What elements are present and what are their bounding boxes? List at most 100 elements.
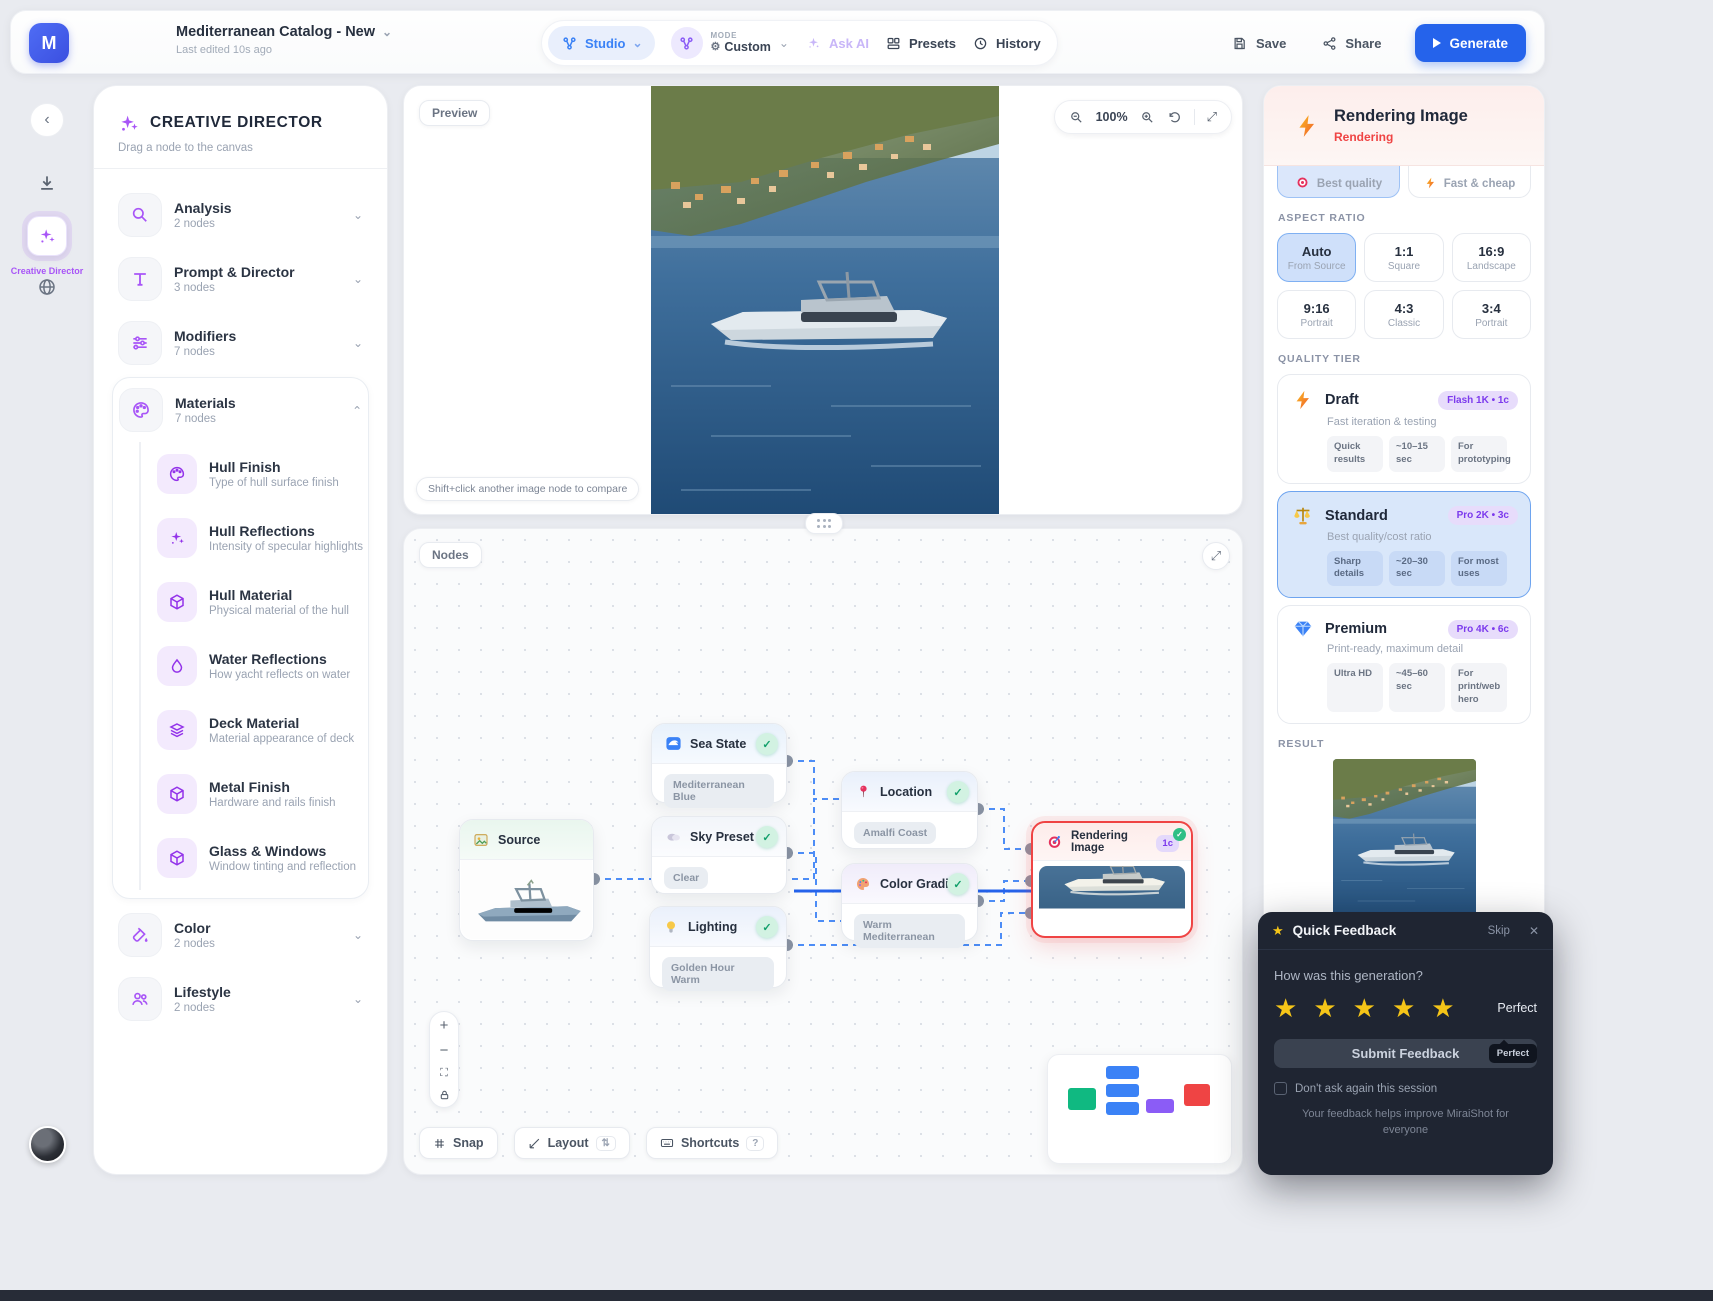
inspector-title: Rendering Image: [1334, 107, 1468, 126]
fullscreen-icon[interactable]: ⤢: [1207, 109, 1217, 125]
panel-resize-handle[interactable]: [805, 513, 843, 534]
node-sea-state[interactable]: Sea State ✓ Mediterranean Blue: [651, 723, 787, 803]
tier-draft[interactable]: Draft Flash 1K • 1c Fast iteration & tes…: [1277, 374, 1531, 484]
expand-canvas-button[interactable]: ⤢: [1202, 542, 1230, 570]
creative-director-panel: CREATIVE DIRECTOR Drag a node to the can…: [93, 85, 388, 1175]
target-icon: [1295, 175, 1310, 190]
zoom-out-icon[interactable]: [1069, 110, 1084, 125]
result-heading: RESULT: [1278, 738, 1530, 750]
download-tool-button[interactable]: [33, 169, 61, 197]
cube-icon: [157, 582, 197, 622]
sparkles-icon: [118, 112, 140, 134]
taskbar-strip: [0, 1290, 1713, 1301]
share-button[interactable]: Share: [1320, 34, 1381, 52]
nodes-canvas[interactable]: Nodes ⤢ Source Sea State ✓ Medit: [403, 528, 1243, 1175]
rating-star-3[interactable]: ★: [1353, 995, 1376, 1021]
category-color[interactable]: Color 2 nodes ⌄: [112, 903, 369, 967]
snap-label: Snap: [453, 1136, 484, 1150]
tier-standard[interactable]: Standard Pro 2K • 3c Best quality/cost r…: [1277, 491, 1531, 599]
category-prompt-director[interactable]: Prompt & Director 3 nodes ⌄: [112, 247, 369, 311]
fast-cheap-button[interactable]: Fast & cheap: [1408, 166, 1531, 198]
best-quality-button[interactable]: Best quality: [1277, 166, 1400, 198]
creative-director-tool-button[interactable]: [27, 216, 67, 256]
globe-tool-button[interactable]: [36, 276, 58, 298]
rendered-yacht-thumbnail: [1039, 866, 1185, 930]
node-item-label: Water Reflections: [209, 651, 350, 667]
node-item-deck-material[interactable]: Deck Material Material appearance of dec…: [143, 698, 368, 762]
lock-icon[interactable]: [439, 1089, 450, 1101]
ratio-9-16[interactable]: 9:16 Portrait: [1277, 290, 1356, 339]
rating-star-4[interactable]: ★: [1392, 995, 1415, 1021]
zoom-in-button[interactable]: +: [440, 1018, 449, 1033]
save-label: Save: [1256, 36, 1286, 51]
compare-hint: Shift+click another image node to compar…: [416, 477, 639, 501]
shortcuts-label: Shortcuts: [681, 1136, 739, 1150]
app-logo[interactable]: M: [29, 23, 69, 63]
history-button[interactable]: History: [972, 34, 1041, 52]
node-item-water-reflections[interactable]: Water Reflections How yacht reflects on …: [143, 634, 368, 698]
presets-button[interactable]: Presets: [885, 34, 956, 52]
zoom-in-icon[interactable]: [1140, 110, 1155, 125]
node-item-desc: Hardware and rails finish: [209, 797, 336, 809]
presets-grid-icon: [885, 34, 903, 52]
node-item-glass-windows[interactable]: Glass & Windows Window tinting and refle…: [143, 826, 368, 890]
tier-desc: Best quality/cost ratio: [1327, 531, 1518, 543]
category-analysis[interactable]: Analysis 2 nodes ⌄: [112, 183, 369, 247]
ratio-1-1[interactable]: 1:1 Square: [1364, 233, 1443, 282]
divider: [1194, 109, 1195, 125]
chevron-down-icon: ⌄: [353, 209, 363, 221]
shortcuts-button[interactable]: Shortcuts ?: [646, 1127, 778, 1159]
save-button[interactable]: Save: [1231, 34, 1286, 52]
generate-button[interactable]: Generate: [1415, 24, 1526, 62]
app-window: M Mediterranean Catalog - New ⌄ Last edi…: [0, 0, 1713, 1301]
mode-selector[interactable]: MODE ⚙ Custom ⌄: [671, 27, 789, 59]
node-location[interactable]: Location ✓ Amalfi Coast: [841, 771, 978, 849]
reset-view-icon[interactable]: [1167, 110, 1182, 125]
globe-icon: [37, 277, 57, 297]
preview-yacht-image: [651, 86, 999, 515]
node-rendering-image[interactable]: Rendering Image 1c ✓: [1031, 821, 1193, 938]
rating-star-1[interactable]: ★: [1274, 995, 1297, 1021]
minimap-node: [1106, 1084, 1139, 1097]
result-yacht-image[interactable]: [1333, 759, 1476, 932]
node-item-metal-finish[interactable]: Metal Finish Hardware and rails finish: [143, 762, 368, 826]
category-lifestyle[interactable]: Lifestyle 2 nodes ⌄: [112, 967, 369, 1031]
snap-button[interactable]: Snap: [419, 1127, 498, 1159]
mode-avatar-icon: [671, 27, 703, 59]
node-item-label: Hull Material: [209, 587, 349, 603]
tier-chip: For print/web hero: [1451, 663, 1507, 711]
tier-premium[interactable]: Premium Pro 4K • 6c Print-ready, maximum…: [1277, 605, 1531, 723]
node-value: Warm Mediterranean: [854, 914, 965, 948]
node-item-hull-material[interactable]: Hull Material Physical material of the h…: [143, 570, 368, 634]
node-source[interactable]: Source: [459, 819, 594, 941]
ratio-16-9[interactable]: 16:9 Landscape: [1452, 233, 1531, 282]
ratio-auto[interactable]: Auto From Source: [1277, 233, 1356, 282]
fit-view-button[interactable]: ⛶: [440, 1068, 448, 1079]
skip-button[interactable]: Skip: [1488, 925, 1510, 937]
node-item-hull-finish[interactable]: Hull Finish Type of hull surface finish: [143, 442, 368, 506]
chevron-down-icon: ⌄: [779, 37, 789, 49]
tier-desc: Fast iteration & testing: [1327, 416, 1518, 428]
node-sky-preset[interactable]: Sky Preset ✓ Clear: [651, 816, 787, 894]
collapse-sidebar-button[interactable]: ‹: [30, 103, 64, 137]
document-title-menu[interactable]: Mediterranean Catalog - New ⌄: [176, 24, 392, 40]
ask-ai-button[interactable]: Ask AI: [805, 34, 869, 52]
ratio-3-4[interactable]: 3:4 Portrait: [1452, 290, 1531, 339]
node-lighting[interactable]: Lighting ✓ Golden Hour Warm: [649, 906, 787, 988]
zoom-out-button[interactable]: −: [440, 1043, 449, 1058]
rating-star-2[interactable]: ★: [1313, 995, 1336, 1021]
close-icon[interactable]: ✕: [1529, 924, 1539, 938]
user-avatar[interactable]: [29, 1126, 66, 1163]
category-materials[interactable]: Materials 7 nodes ⌄: [113, 378, 368, 442]
minimap[interactable]: [1047, 1054, 1232, 1164]
category-modifiers[interactable]: Modifiers 7 nodes ⌄: [112, 311, 369, 375]
ratio-4-3[interactable]: 4:3 Classic: [1364, 290, 1443, 339]
layout-button[interactable]: Layout ⇅: [514, 1127, 630, 1159]
rating-star-5[interactable]: ★: [1431, 995, 1454, 1021]
dont-ask-checkbox[interactable]: [1274, 1082, 1287, 1095]
studio-switcher[interactable]: Studio ⌄: [548, 26, 655, 60]
node-item-hull-reflections[interactable]: Hull Reflections Intensity of specular h…: [143, 506, 368, 570]
cloud-icon: [664, 828, 682, 846]
node-color-grading[interactable]: Color Grading ✓ Warm Mediterranean: [841, 863, 978, 941]
ask-ai-label: Ask AI: [829, 36, 869, 51]
